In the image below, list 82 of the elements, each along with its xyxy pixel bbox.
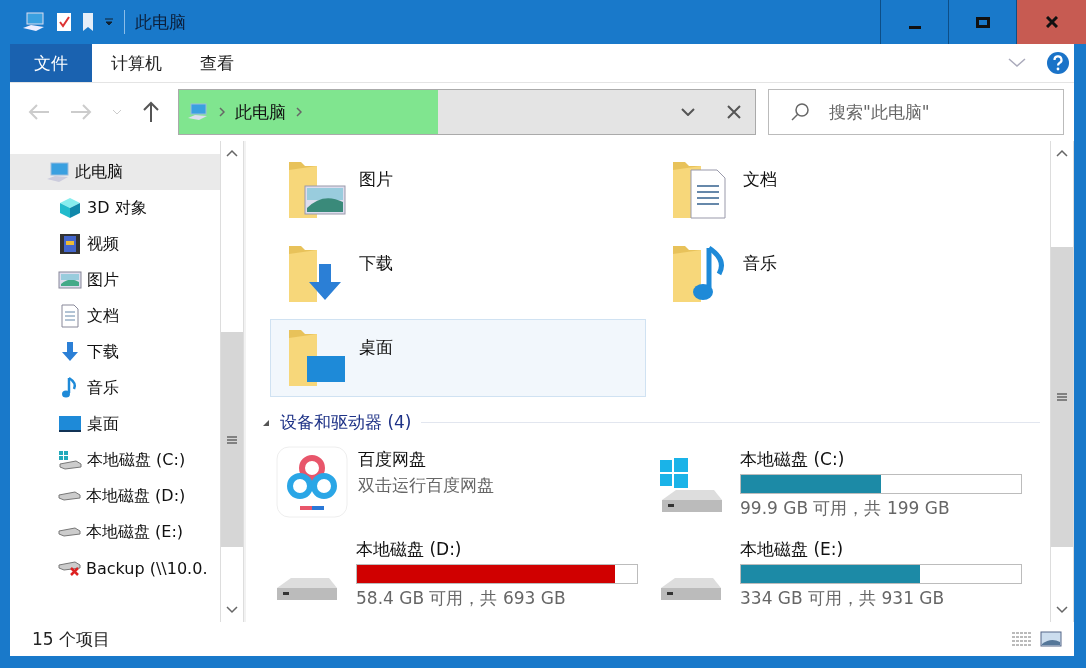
- chevron-icon[interactable]: [296, 107, 302, 117]
- drive-icon: [58, 448, 82, 472]
- chevron-icon: [219, 107, 225, 117]
- sidebar-item[interactable]: 此电脑: [10, 154, 220, 190]
- cloud-app-icon: [276, 446, 348, 518]
- window-title: 此电脑: [135, 10, 186, 34]
- properties-icon[interactable]: [56, 12, 72, 32]
- sidebar-item[interactable]: 本地磁盘 (C:): [10, 442, 220, 478]
- ribbon-tab[interactable]: 计算机: [92, 44, 181, 82]
- scroll-thumb[interactable]: [221, 332, 243, 547]
- device-name: 本地磁盘 (C:): [740, 448, 846, 471]
- folder-name: 桌面: [359, 336, 393, 359]
- folder-name: 图片: [359, 168, 393, 191]
- scroll-thumb[interactable]: [1051, 247, 1073, 547]
- up-arrow-icon[interactable]: [142, 101, 160, 123]
- search-field[interactable]: 搜索"此电脑": [768, 89, 1064, 135]
- folder-tile[interactable]: 文档: [654, 151, 1030, 229]
- ribbon-tab[interactable]: 查看: [181, 44, 253, 82]
- folder-tile[interactable]: 桌面: [270, 319, 646, 397]
- address-bar[interactable]: 此电脑: [178, 89, 756, 135]
- item-count: 15 个项目: [32, 627, 111, 651]
- device-name: 本地磁盘 (E:): [740, 538, 845, 561]
- picture-icon: [58, 268, 82, 292]
- sidebar-item[interactable]: 本地磁盘 (E:): [10, 514, 220, 550]
- document-icon: [58, 304, 82, 328]
- scroll-down-icon[interactable]: [226, 606, 238, 614]
- device-tile[interactable]: 本地磁盘 (C:) 99.9 GB 可用，共 199 GB: [654, 446, 1030, 532]
- free-space-text: 58.4 GB 可用，共 693 GB: [356, 587, 567, 610]
- breadcrumb[interactable]: 此电脑: [235, 100, 286, 124]
- device-name: 百度网盘: [358, 448, 427, 471]
- device-description: 双击运行百度网盘: [358, 474, 495, 497]
- grip-icon: [1057, 392, 1067, 402]
- drive-icon: [58, 491, 81, 501]
- expand-ribbon-icon[interactable]: [1008, 58, 1026, 68]
- scroll-up-icon[interactable]: [1056, 149, 1068, 157]
- cube-icon: [58, 196, 82, 220]
- section-title[interactable]: 设备和驱动器 (4): [280, 411, 412, 434]
- computer-icon: [22, 12, 46, 32]
- drive-icon: [276, 578, 338, 600]
- sidebar-item[interactable]: 视频: [10, 226, 220, 262]
- disconnected-drive-icon: [58, 560, 81, 576]
- free-space-text: 99.9 GB 可用，共 199 GB: [740, 497, 951, 520]
- system-drive-icon: [660, 458, 722, 512]
- device-tile[interactable]: 百度网盘 双击运行百度网盘: [270, 446, 646, 532]
- sidebar-item[interactable]: 图片: [10, 262, 220, 298]
- sidebar-item[interactable]: 本地磁盘 (D:): [10, 478, 220, 514]
- scroll-up-icon[interactable]: [226, 149, 238, 157]
- scroll-down-icon[interactable]: [1056, 606, 1068, 614]
- free-space-text: 334 GB 可用，共 931 GB: [740, 587, 946, 610]
- close-icon: [1045, 16, 1058, 28]
- sidebar-item[interactable]: 下载: [10, 334, 220, 370]
- sidebar-item[interactable]: 文档: [10, 298, 220, 334]
- device-name: 本地磁盘 (D:): [356, 538, 463, 561]
- device-tile[interactable]: 本地磁盘 (E:) 334 GB 可用，共 931 GB: [654, 536, 1030, 622]
- maximize-icon: [975, 16, 990, 28]
- sidebar-item[interactable]: 音乐: [10, 370, 220, 406]
- drive-icon: [58, 527, 81, 537]
- folder-name: 文档: [743, 168, 777, 191]
- folder-tile[interactable]: 音乐: [654, 235, 1030, 313]
- drive-icon: [660, 578, 722, 600]
- sidebar-item[interactable]: 桌面: [10, 406, 220, 442]
- ribbon-tab[interactable]: 文件: [10, 44, 92, 82]
- close-button[interactable]: [1016, 0, 1086, 44]
- close-icon[interactable]: [727, 105, 741, 119]
- collapse-triangle-icon[interactable]: [262, 418, 270, 427]
- help-icon[interactable]: [1046, 51, 1070, 75]
- folder-name: 音乐: [743, 252, 777, 275]
- caret-icon[interactable]: [104, 17, 114, 27]
- minimize-icon: [908, 25, 921, 29]
- dropdown-caret-icon[interactable]: [681, 108, 695, 116]
- sidebar-item[interactable]: 3D 对象: [10, 190, 220, 226]
- film-icon: [58, 232, 82, 256]
- large-icons-view-icon[interactable]: [1040, 631, 1062, 647]
- computer-icon: [46, 160, 70, 184]
- device-tile[interactable]: 本地磁盘 (D:) 58.4 GB 可用，共 693 GB: [270, 536, 646, 622]
- search-icon: [790, 102, 810, 122]
- folder-tile[interactable]: 下载: [270, 235, 646, 313]
- computer-icon: [187, 103, 209, 121]
- folder-tile[interactable]: 图片: [270, 151, 646, 229]
- folder-name: 下载: [359, 252, 393, 275]
- grip-icon: [227, 434, 237, 445]
- sidebar-item[interactable]: Backup (\\10.0.: [10, 550, 220, 586]
